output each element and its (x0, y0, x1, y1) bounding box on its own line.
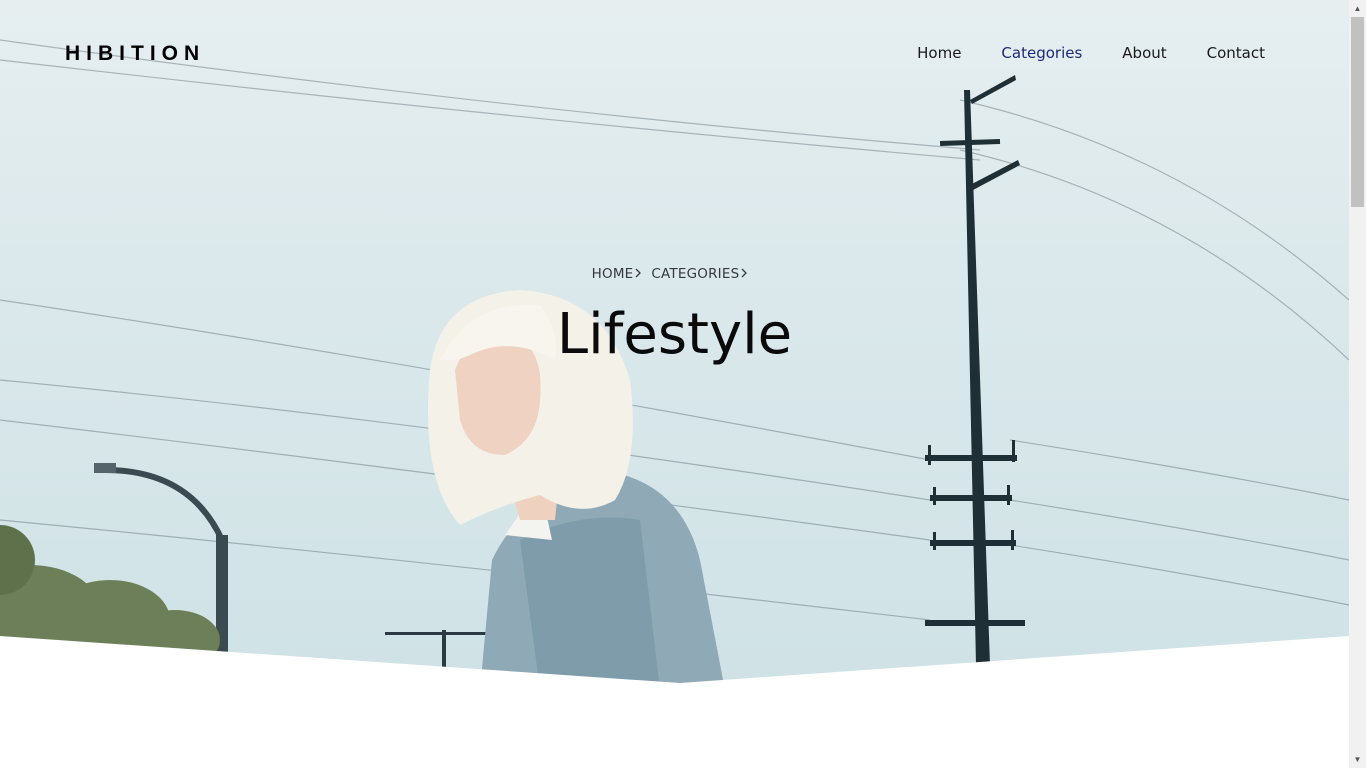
arrow-down-icon[interactable]: ▼ (1349, 751, 1366, 768)
chevron-right-icon (741, 266, 748, 282)
page-title: Lifestyle (556, 302, 793, 367)
nav-link-contact[interactable]: Contact (1207, 44, 1265, 62)
main-nav: Home Categories About Contact (917, 44, 1265, 62)
breadcrumb-categories[interactable]: CATEGORIES (651, 266, 739, 282)
content-area (0, 700, 1349, 768)
nav-link-categories[interactable]: Categories (1001, 44, 1082, 62)
vertical-scrollbar[interactable]: ▲ ▼ (1349, 0, 1366, 768)
arrow-up-icon[interactable]: ▲ (1349, 0, 1366, 17)
scrollbar-thumb[interactable] (1351, 17, 1364, 207)
site-logo[interactable]: HIBITION (65, 42, 205, 66)
nav-link-home[interactable]: Home (917, 44, 961, 62)
nav-link-about[interactable]: About (1122, 44, 1166, 62)
breadcrumb: HOME CATEGORIES (0, 266, 1349, 282)
top-navbar: HIBITION Home Categories About Contact (0, 0, 1349, 110)
page: HIBITION Home Categories About Contact H… (0, 0, 1349, 768)
breadcrumb-home[interactable]: HOME (592, 266, 634, 282)
hero-banner: HIBITION Home Categories About Contact H… (0, 0, 1349, 690)
chevron-right-icon (635, 266, 642, 282)
